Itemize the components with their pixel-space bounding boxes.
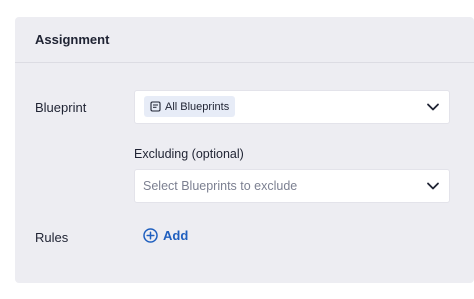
panel-title: Assignment <box>35 32 110 47</box>
assignment-panel: Assignment Blueprint All Blueprints Excl… <box>15 17 474 283</box>
exclude-blueprints-select[interactable]: Select Blueprints to exclude <box>134 169 450 203</box>
blueprint-chip-label: All Blueprints <box>165 100 230 113</box>
blueprint-select[interactable]: All Blueprints <box>134 90 450 124</box>
blueprint-chip[interactable]: All Blueprints <box>144 96 236 117</box>
blueprint-icon <box>150 101 161 112</box>
chevron-down-icon[interactable] <box>426 179 440 193</box>
panel-header: Assignment <box>15 17 474 63</box>
plus-circle-icon <box>143 228 158 243</box>
add-rule-label: Add <box>163 228 189 243</box>
add-rule-button[interactable]: Add <box>143 228 188 243</box>
chevron-down-icon[interactable] <box>426 100 440 114</box>
excluding-label: Excluding (optional) <box>134 147 244 161</box>
blueprint-label: Blueprint <box>35 100 87 115</box>
exclude-placeholder: Select Blueprints to exclude <box>143 179 298 193</box>
rules-label: Rules <box>35 230 69 245</box>
